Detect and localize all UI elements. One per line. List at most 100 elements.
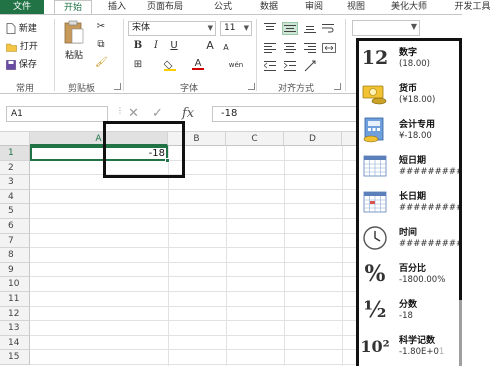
row-header[interactable]: 13 <box>0 321 30 336</box>
row-header[interactable]: 3 <box>0 175 30 190</box>
enter-icon[interactable]: ✓ <box>152 106 163 121</box>
fraction-icon: ½ <box>363 297 387 323</box>
column-header-c[interactable]: C <box>226 132 284 146</box>
font-color-button[interactable]: A <box>192 58 204 70</box>
tab-view[interactable]: 视图 <box>338 0 374 14</box>
tab-formulas[interactable]: 公式 <box>205 0 241 14</box>
group-separator <box>256 19 257 91</box>
copy-icon[interactable]: ⧉ <box>95 39 107 51</box>
underline-button[interactable]: U <box>168 40 180 52</box>
increase-indent-icon[interactable] <box>283 61 296 74</box>
open-button[interactable]: 打开 <box>6 39 38 52</box>
row-header[interactable]: 11 <box>0 292 30 307</box>
save-button[interactable]: 保存 <box>6 57 37 70</box>
row-header[interactable]: 15 <box>0 350 30 365</box>
percent-icon: % <box>364 261 386 287</box>
paste-clipboard-icon <box>64 20 84 44</box>
shrink-font-button[interactable]: A <box>220 42 232 54</box>
format-number-item[interactable]: 12 数字 (18.00) <box>359 41 459 77</box>
font-launcher-icon[interactable] <box>248 83 255 90</box>
open-label: 打开 <box>19 42 38 52</box>
format-name: 时间 <box>399 228 418 238</box>
merge-center-icon[interactable] <box>322 43 336 56</box>
phonetic-button[interactable]: wén <box>228 59 244 71</box>
row-header[interactable]: 7 <box>0 233 30 249</box>
tab-insert[interactable]: 插入 <box>100 0 134 14</box>
tab-home[interactable]: 开始 <box>54 0 92 14</box>
highlight-box <box>103 121 185 178</box>
row-header[interactable]: 10 <box>0 277 30 292</box>
align-right-icon[interactable] <box>304 43 316 56</box>
font-size-combo[interactable]: 11 ▼ <box>220 21 252 36</box>
format-sample: ########## <box>399 203 459 213</box>
align-top-icon[interactable] <box>264 23 276 36</box>
italic-button[interactable]: I <box>150 40 162 52</box>
format-long-date-item[interactable]: 长日期 ########## <box>359 185 459 221</box>
insert-function-button[interactable]: fx <box>182 106 194 121</box>
tab-file[interactable]: 文件 <box>0 0 44 14</box>
row-header[interactable]: 8 <box>0 248 30 263</box>
font-name-combo[interactable]: 宋体 ▼ <box>128 21 216 36</box>
format-name: 货币 <box>399 84 418 94</box>
number-format-combo[interactable]: ▼ <box>352 20 420 36</box>
format-painter-icon[interactable]: 🖌 <box>95 57 108 69</box>
font-group-label: 字体 <box>180 84 199 94</box>
tab-developer[interactable]: 开发工具 <box>446 0 499 14</box>
paste-label: 粘贴 <box>64 51 83 61</box>
group-separator <box>54 19 55 91</box>
save-disk-icon <box>6 59 16 70</box>
format-accounting-item[interactable]: 会计专用 ¥-18.00 <box>359 113 459 149</box>
format-percent-item[interactable]: % 百分比 -1800.00% <box>359 257 459 293</box>
alignment-launcher-icon[interactable] <box>334 83 341 90</box>
bold-button[interactable]: B <box>132 40 144 52</box>
row-header[interactable]: 9 <box>0 262 30 278</box>
more-options-icon: ⋮ <box>116 106 124 115</box>
align-center-icon[interactable] <box>284 43 296 56</box>
column-header-d[interactable]: D <box>284 132 342 146</box>
row-header[interactable]: 12 <box>0 306 30 322</box>
cancel-icon[interactable]: ✕ <box>128 106 139 121</box>
group-separator <box>345 19 346 91</box>
long-date-icon <box>362 188 388 216</box>
align-bottom-icon[interactable] <box>304 23 316 36</box>
border-icon[interactable]: ⊞ <box>132 59 144 71</box>
row-header[interactable]: 2 <box>0 160 30 176</box>
paint-bucket-icon <box>163 60 176 71</box>
cut-icon[interactable]: ✂ <box>95 21 107 33</box>
row-header[interactable]: 14 <box>0 335 30 351</box>
row-header[interactable]: 1 <box>0 146 30 161</box>
wrap-text-icon[interactable] <box>322 23 334 36</box>
format-sample: (¥18.00) <box>399 95 436 105</box>
grow-font-button[interactable]: A <box>204 40 216 52</box>
format-time-item[interactable]: 时间 ########## <box>359 221 459 257</box>
format-currency-item[interactable]: 货币 (¥18.00) <box>359 77 459 113</box>
clipboard-group-label: 剪贴板 <box>68 84 96 94</box>
format-sample: (18.00) <box>399 59 430 69</box>
number-12-icon: 12 <box>361 47 389 69</box>
row-header[interactable]: 4 <box>0 189 30 205</box>
tab-page-layout[interactable]: 页面布局 <box>136 0 194 14</box>
orientation-icon[interactable] <box>304 60 318 75</box>
row-header[interactable]: 6 <box>0 219 30 234</box>
select-all-corner[interactable] <box>0 132 30 146</box>
align-left-icon[interactable] <box>264 43 276 56</box>
align-middle-icon[interactable] <box>282 22 298 35</box>
name-box[interactable]: A1 <box>6 106 108 122</box>
scientific-icon: 10² <box>360 336 390 356</box>
new-label: 新建 <box>18 24 37 34</box>
format-sample: ########## <box>399 167 459 177</box>
clipboard-launcher-icon[interactable] <box>114 83 121 90</box>
paste-button[interactable]: 粘贴 <box>60 19 88 61</box>
format-name: 数字 <box>399 48 418 58</box>
tab-data[interactable]: 数据 <box>251 0 287 14</box>
tab-review[interactable]: 审阅 <box>296 0 332 14</box>
column-gridline <box>168 146 169 366</box>
row-header[interactable]: 5 <box>0 204 30 219</box>
decrease-indent-icon[interactable] <box>263 61 276 74</box>
new-button[interactable]: 新建 <box>6 21 37 34</box>
tab-beautify[interactable]: 美化大师 <box>384 0 434 14</box>
format-sample: ########## <box>399 239 459 249</box>
font-size-value: 11 <box>224 23 236 33</box>
format-short-date-item[interactable]: 短日期 ########## <box>359 149 459 185</box>
fill-color-icon[interactable] <box>163 59 176 71</box>
